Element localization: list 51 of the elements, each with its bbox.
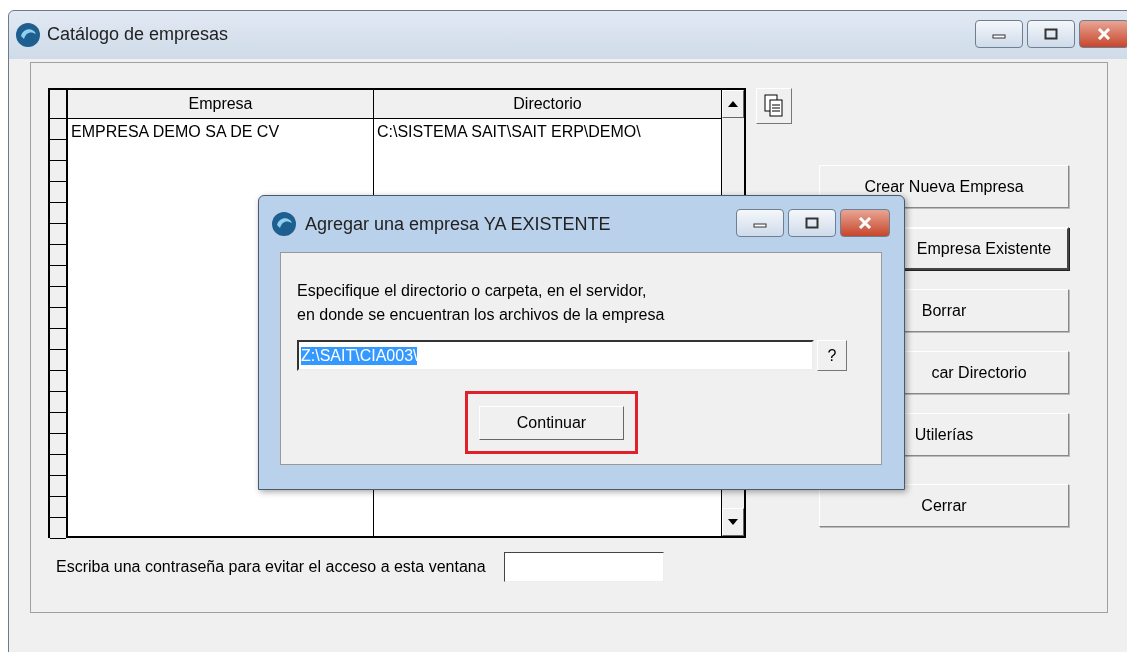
table-cell-text: C:\SISTEMA SAIT\SAIT ERP\DEMO\ bbox=[376, 122, 642, 142]
row-indicator[interactable] bbox=[50, 518, 66, 539]
column-header[interactable]: Empresa bbox=[68, 90, 373, 119]
password-label: Escriba una contraseña para evitar el acceso a esta ventana bbox=[56, 558, 486, 576]
column-header[interactable]: Directorio bbox=[374, 90, 721, 119]
minimize-button[interactable] bbox=[736, 209, 784, 237]
row-indicator[interactable] bbox=[50, 308, 66, 329]
row-indicator[interactable] bbox=[50, 90, 66, 119]
row-indicator[interactable] bbox=[50, 329, 66, 350]
copy-icon bbox=[764, 94, 784, 118]
maximize-icon bbox=[805, 217, 819, 229]
row-indicator[interactable] bbox=[50, 119, 66, 140]
window-title: Catálogo de empresas bbox=[47, 24, 229, 45]
row-indicator[interactable] bbox=[50, 455, 66, 476]
row-indicator[interactable] bbox=[50, 350, 66, 371]
close-icon bbox=[1096, 27, 1112, 40]
dialog-title: Agregar una empresa YA EXISTENTE bbox=[305, 213, 611, 235]
maximize-icon bbox=[1044, 27, 1058, 40]
row-indicator[interactable] bbox=[50, 287, 66, 308]
row-indicator[interactable] bbox=[50, 497, 66, 518]
close-button[interactable] bbox=[1079, 19, 1127, 48]
up-arrow-icon bbox=[727, 100, 739, 108]
app-logo-icon bbox=[271, 211, 297, 237]
row-indicator[interactable] bbox=[50, 245, 66, 266]
row-indicator[interactable] bbox=[50, 392, 66, 413]
row-indicator[interactable] bbox=[50, 434, 66, 455]
password-field[interactable] bbox=[503, 552, 664, 582]
app-logo-icon bbox=[15, 21, 41, 48]
row-indicator[interactable] bbox=[50, 266, 66, 287]
close-icon bbox=[857, 217, 873, 229]
scroll-up-button[interactable] bbox=[722, 90, 744, 118]
scroll-down-button[interactable] bbox=[722, 508, 744, 536]
maximize-button[interactable] bbox=[788, 209, 836, 237]
row-indicator[interactable] bbox=[50, 371, 66, 392]
table-cell-text: EMPRESA DEMO SA DE CV bbox=[70, 122, 281, 142]
maximize-button[interactable] bbox=[1027, 19, 1075, 48]
instruction-text: Especifique el directorio o carpeta, en el servidor, en donde se encuentran los archivos de la empresa bbox=[297, 281, 666, 325]
action-button[interactable]: Cerrar bbox=[819, 484, 1069, 527]
copy-button[interactable] bbox=[756, 88, 792, 124]
row-indicator[interactable] bbox=[50, 203, 66, 224]
row-indicator[interactable] bbox=[50, 476, 66, 497]
help-button[interactable]: ? bbox=[817, 340, 847, 371]
minimize-button[interactable] bbox=[975, 19, 1023, 48]
down-arrow-icon bbox=[727, 518, 739, 526]
row-indicator[interactable] bbox=[50, 161, 66, 182]
row-indicator[interactable] bbox=[50, 413, 66, 434]
close-button[interactable] bbox=[840, 209, 890, 237]
row-indicator[interactable] bbox=[50, 224, 66, 245]
continue-button[interactable]: Continuar bbox=[479, 405, 624, 440]
row-indicator[interactable] bbox=[50, 182, 66, 203]
row-indicator[interactable] bbox=[50, 140, 66, 161]
